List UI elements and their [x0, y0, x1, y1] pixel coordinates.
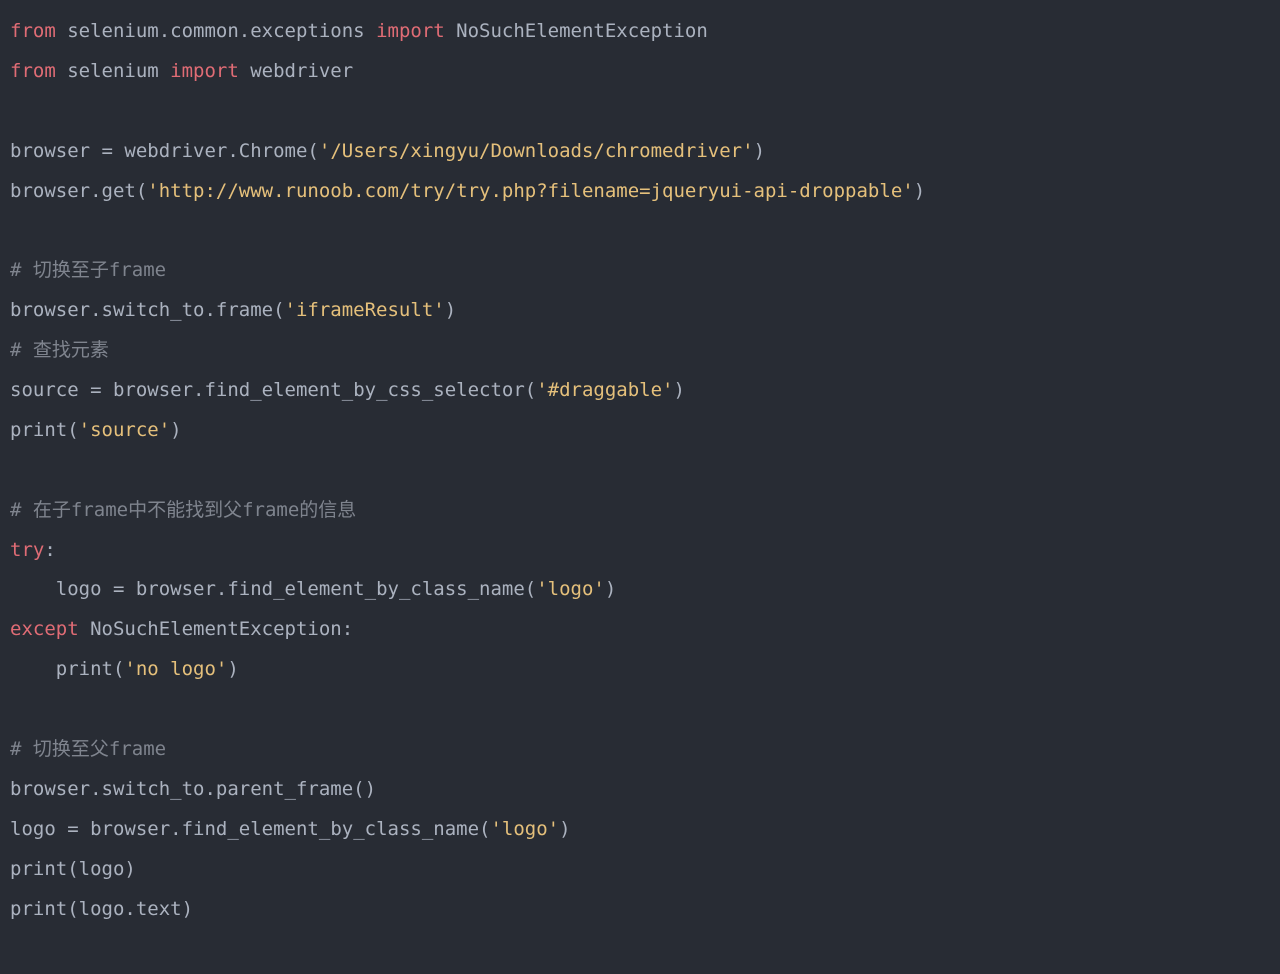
- code-token-ident: browser.get(: [10, 180, 147, 202]
- code-token-ident: ): [227, 658, 238, 680]
- python-code-block: from selenium.common.exceptions import N…: [0, 0, 1280, 959]
- code-token-ident: browser.find_element_by_class_name(: [79, 818, 491, 840]
- code-token-punct: =: [90, 379, 101, 401]
- code-token-str: 'iframeResult': [285, 299, 445, 321]
- code-token-ident: browser.find_element_by_css_selector(: [102, 379, 537, 401]
- code-token-comment: # 切换至父frame: [10, 738, 166, 760]
- code-token-str: 'no logo': [124, 658, 227, 680]
- code-token-ident: ): [605, 578, 616, 600]
- code-token-ident: source: [10, 379, 90, 401]
- code-token-punct: :: [44, 539, 55, 561]
- code-token-builtin: print: [10, 858, 67, 880]
- code-token-kw: try: [10, 539, 44, 561]
- code-token-ident: browser.find_element_by_class_name(: [124, 578, 536, 600]
- code-token-ident: NoSuchElementException: [445, 20, 708, 42]
- code-token-punct: =: [67, 818, 78, 840]
- code-token-ident: browser: [10, 140, 102, 162]
- code-token-ident: (: [67, 419, 78, 441]
- code-token-punct: :: [342, 618, 353, 640]
- code-token-ident: logo: [10, 818, 67, 840]
- code-token-str: '#draggable': [536, 379, 673, 401]
- code-token-comment: # 查找元素: [10, 339, 109, 361]
- code-token-str: 'logo': [536, 578, 605, 600]
- code-token-comment: # 切换至子frame: [10, 259, 166, 281]
- code-token-ident: selenium.common.exceptions: [56, 20, 376, 42]
- code-token-ident: ): [914, 180, 925, 202]
- code-token-str: 'http://www.runoob.com/try/try.php?filen…: [147, 180, 913, 202]
- code-token-ident: NoSuchElementException: [79, 618, 342, 640]
- code-token-kw: import: [170, 60, 239, 82]
- code-token-str: 'source': [79, 419, 171, 441]
- code-token-kw: import: [376, 20, 445, 42]
- code-token-builtin: print: [56, 658, 113, 680]
- code-token-str: '/Users/xingyu/Downloads/chromedriver': [319, 140, 754, 162]
- code-token-ident: ): [170, 419, 181, 441]
- code-token-ident: ): [674, 379, 685, 401]
- code-token-ident: logo: [10, 578, 113, 600]
- code-token-str: 'logo': [490, 818, 559, 840]
- code-token-ident: [10, 658, 56, 680]
- code-token-punct: =: [113, 578, 124, 600]
- code-token-kw: from: [10, 60, 56, 82]
- code-token-comment: # 在子frame中不能找到父frame的信息: [10, 499, 356, 521]
- code-token-ident: webdriver.Chrome(: [113, 140, 319, 162]
- code-token-ident: browser.switch_to.frame(: [10, 299, 285, 321]
- code-token-ident: browser.switch_to.parent_frame(): [10, 778, 376, 800]
- code-token-builtin: print: [10, 898, 67, 920]
- code-token-ident: (logo.text): [67, 898, 193, 920]
- code-token-punct: =: [102, 140, 113, 162]
- code-token-ident: (logo): [67, 858, 136, 880]
- code-token-ident: ): [445, 299, 456, 321]
- code-token-ident: (: [113, 658, 124, 680]
- code-token-ident: ): [559, 818, 570, 840]
- code-token-ident: webdriver: [239, 60, 353, 82]
- code-token-ident: ): [754, 140, 765, 162]
- code-token-kw: from: [10, 20, 56, 42]
- code-token-ident: selenium: [56, 60, 170, 82]
- code-token-builtin: print: [10, 419, 67, 441]
- code-token-kw: except: [10, 618, 79, 640]
